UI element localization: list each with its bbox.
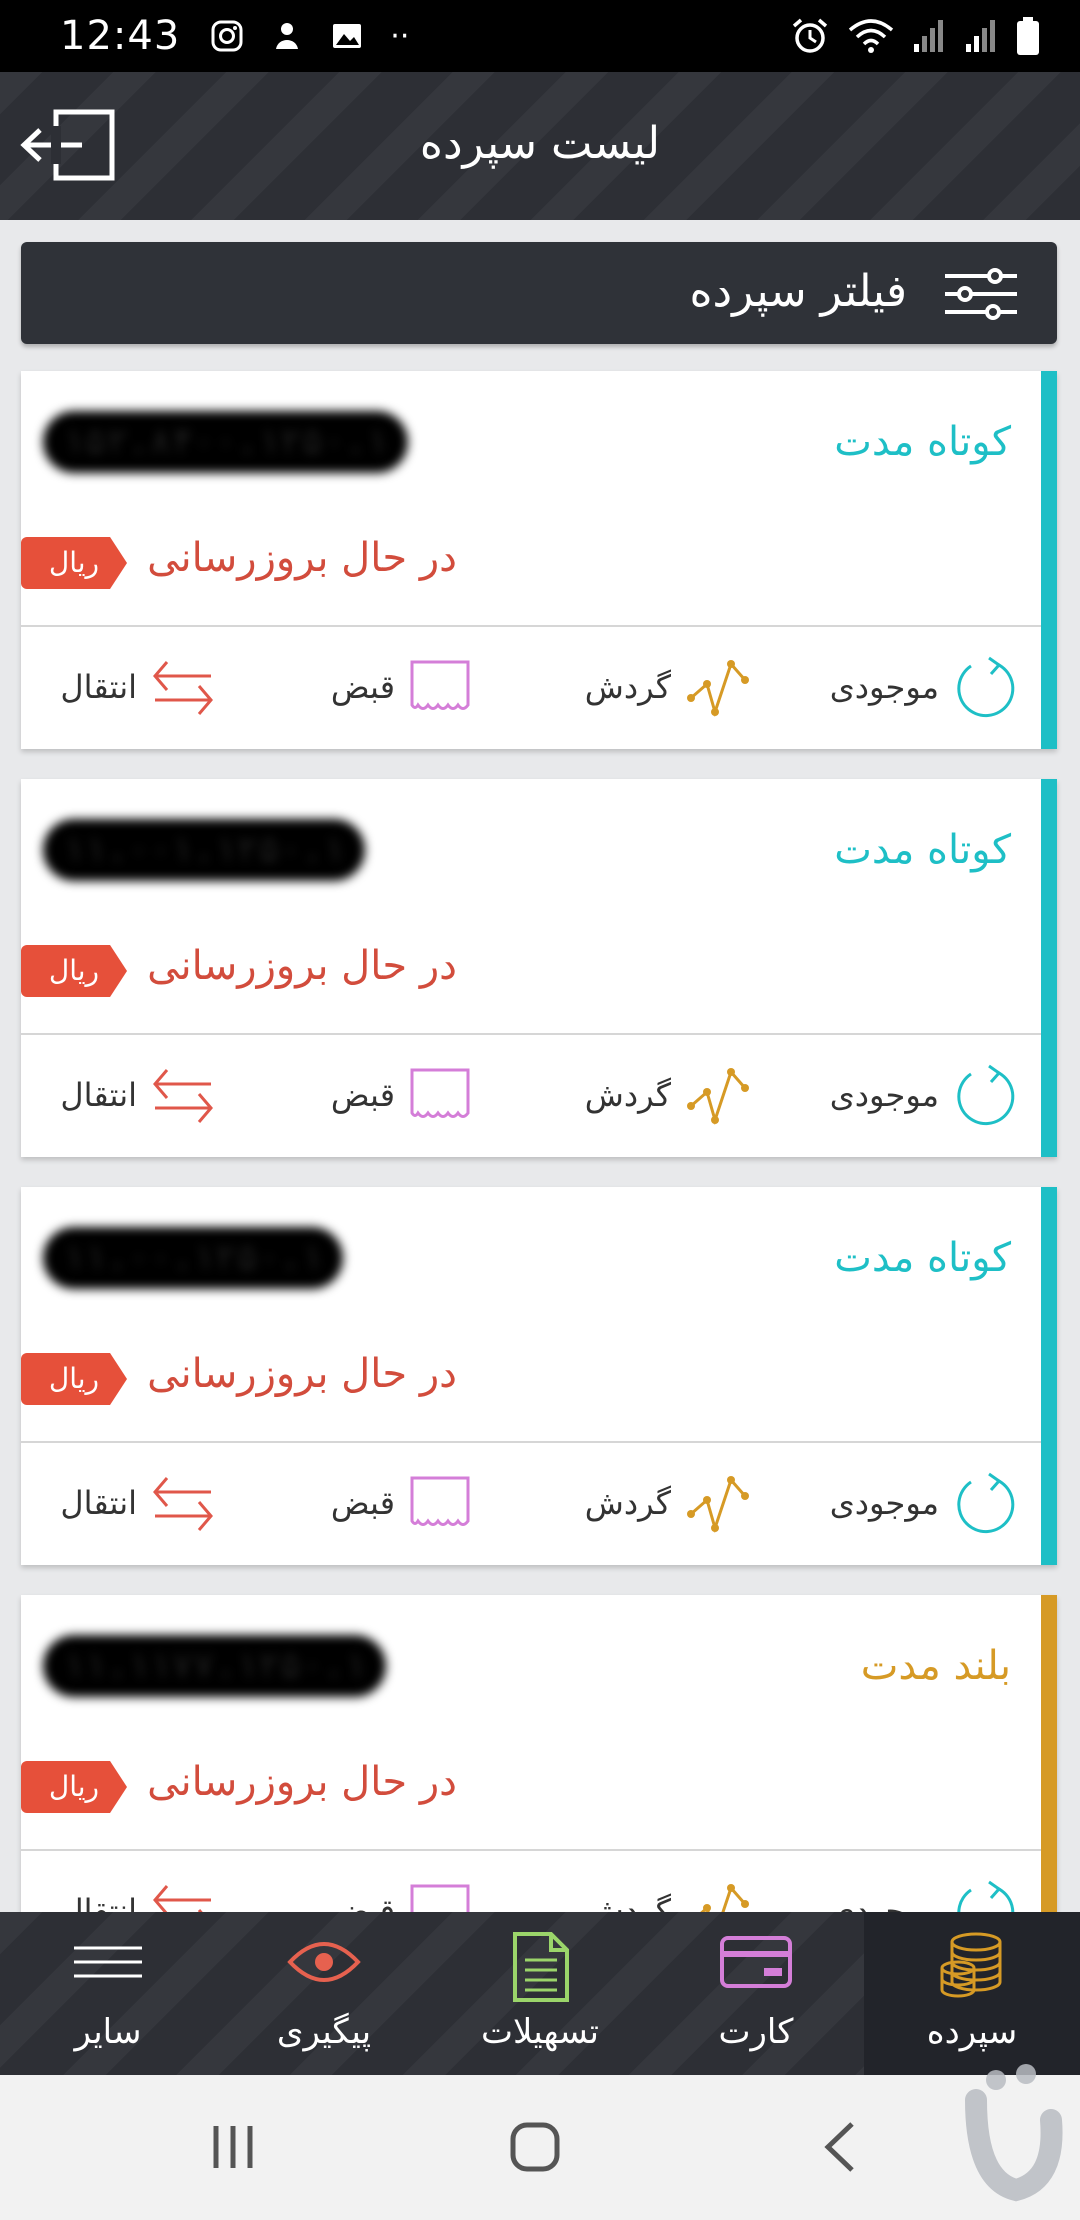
bazaar-logo-icon xyxy=(965,2064,1063,2202)
deposit-type-stripe xyxy=(1041,1187,1057,1565)
eye-icon xyxy=(287,1942,361,1982)
alarm-icon xyxy=(792,18,828,53)
line-chart-icon xyxy=(687,1068,749,1126)
signal-icon xyxy=(914,20,943,52)
app-icon xyxy=(276,23,299,49)
sliders-icon xyxy=(945,268,1017,320)
transfer-label: انتقال xyxy=(60,1076,137,1114)
deposit-number: ۱۱.۰۰.۱۲۵۰.۱ xyxy=(43,1227,344,1289)
transfer-icon xyxy=(153,1069,213,1123)
nav-other[interactable]: سایر xyxy=(0,1912,216,2075)
bottom-navigation: سپرده کارت تسهیلات پیگیری سایر xyxy=(0,1912,1080,2075)
deposit-type: کوتاه مدت xyxy=(834,1235,1011,1281)
transfer-label: انتقال xyxy=(60,1484,137,1522)
nav-facilities[interactable]: تسهیلات xyxy=(432,1912,648,2075)
receipt-icon xyxy=(410,1068,470,1118)
deposit-type: کوتاه مدت xyxy=(834,827,1011,873)
status-bar: 12:43 ·· xyxy=(0,0,1080,72)
nav-tracking-label: پیگیری xyxy=(276,2012,372,2052)
status-time: 12:43 xyxy=(60,13,181,59)
balance-label: موجودی xyxy=(829,1076,939,1114)
bill-label: قبض xyxy=(330,1484,395,1522)
system-navigation-bar xyxy=(0,2075,1080,2220)
turnover-label: گردش xyxy=(584,1484,671,1522)
filter-label: فیلتر سپرده xyxy=(689,266,908,317)
deposit-number: ۱۱.۰۰۱.۱۲۵۰.۱ xyxy=(43,819,365,881)
transfer-icon xyxy=(153,1477,213,1531)
gallery-icon xyxy=(333,24,362,48)
deposit-actions: موجودی گردش قبض انتقال xyxy=(21,1443,1041,1563)
menu-icon xyxy=(74,1946,142,1978)
transfer-button[interactable]: انتقال xyxy=(60,1443,215,1563)
home-icon[interactable] xyxy=(508,2120,562,2174)
refresh-icon xyxy=(957,656,1015,718)
deposit-status: در حال بروزرسانی xyxy=(147,943,457,989)
nav-facilities-label: تسهیلات xyxy=(480,2012,600,2052)
deposit-filter-button[interactable]: فیلتر سپرده xyxy=(21,242,1057,344)
turnover-label: گردش xyxy=(584,668,671,706)
currency-badge: ریال xyxy=(21,945,127,997)
deposit-type-stripe xyxy=(1041,371,1057,749)
coins-icon xyxy=(940,1932,1002,1998)
deposit-type: بلند مدت xyxy=(860,1643,1011,1689)
deposit-card[interactable]: کوتاه مدت ۱۱.۰۰.۱۲۵۰.۱ در حال بروزرسانی … xyxy=(21,1187,1057,1565)
balance-label: موجودی xyxy=(829,1484,939,1522)
receipt-icon xyxy=(410,660,470,710)
deposit-status: در حال بروزرسانی xyxy=(147,1351,457,1397)
transfer-button[interactable]: انتقال xyxy=(60,627,215,747)
wifi-icon xyxy=(848,19,894,53)
bill-label: قبض xyxy=(330,1076,395,1114)
nav-other-label: سایر xyxy=(74,2012,142,2052)
transfer-icon xyxy=(153,661,213,715)
currency-badge: ریال xyxy=(21,537,127,589)
deposit-type-stripe xyxy=(1041,779,1057,1157)
currency-badge: ریال xyxy=(21,1353,127,1405)
bill-button[interactable]: قبض xyxy=(331,1035,471,1155)
document-icon xyxy=(513,1932,569,2002)
deposit-actions: موجودی گردش قبض انتقال xyxy=(21,627,1041,747)
back-icon[interactable] xyxy=(820,2120,860,2174)
deposit-type: کوتاه مدت xyxy=(834,419,1011,465)
signal-icon xyxy=(966,20,995,52)
deposit-number: ۱۵۲.۸۴۰۰.۱۲۵۰.۱ xyxy=(43,411,409,473)
instagram-icon xyxy=(211,20,243,52)
nav-deposit-label: سپرده xyxy=(926,2012,1018,2052)
more-dots-icon: ·· xyxy=(390,18,410,54)
bill-label: قبض xyxy=(330,668,395,706)
bill-button[interactable]: قبض xyxy=(331,627,471,747)
nav-deposit[interactable]: سپرده xyxy=(864,1912,1080,2075)
deposit-actions: موجودی گردش قبض انتقال xyxy=(21,1035,1041,1155)
turnover-button[interactable]: گردش xyxy=(585,627,751,747)
line-chart-icon xyxy=(687,660,749,718)
deposit-number: ۱۱.۱۱۷۷.۱۲۵۰.۱ xyxy=(43,1635,387,1697)
deposit-status: در حال بروزرسانی xyxy=(147,535,457,581)
page-title: لیست سپرده xyxy=(419,118,661,169)
nav-card[interactable]: کارت xyxy=(648,1912,864,2075)
card-icon xyxy=(720,1936,792,1988)
transfer-label: انتقال xyxy=(60,668,137,706)
deposit-card[interactable]: کوتاه مدت ۱۵۲.۸۴۰۰.۱۲۵۰.۱ در حال بروزرسا… xyxy=(21,371,1057,749)
line-chart-icon xyxy=(687,1476,749,1534)
currency-badge: ریال xyxy=(21,1761,127,1813)
turnover-button[interactable]: گردش xyxy=(585,1035,751,1155)
bill-button[interactable]: قبض xyxy=(331,1443,471,1563)
turnover-label: گردش xyxy=(584,1076,671,1114)
balance-button[interactable]: موجودی xyxy=(830,1035,1019,1155)
deposit-card[interactable]: کوتاه مدت ۱۱.۰۰۱.۱۲۵۰.۱ در حال بروزرسانی… xyxy=(21,779,1057,1157)
balance-button[interactable]: موجودی xyxy=(830,627,1019,747)
nav-tracking[interactable]: پیگیری xyxy=(216,1912,432,2075)
balance-label: موجودی xyxy=(829,668,939,706)
recent-apps-icon[interactable] xyxy=(208,2120,258,2174)
nav-card-label: کارت xyxy=(718,2012,794,2052)
transfer-button[interactable]: انتقال xyxy=(60,1035,215,1155)
balance-button[interactable]: موجودی xyxy=(830,1443,1019,1563)
receipt-icon xyxy=(410,1476,470,1526)
refresh-icon xyxy=(957,1472,1015,1534)
battery-icon xyxy=(1017,17,1039,55)
refresh-icon xyxy=(957,1064,1015,1126)
deposit-status: در حال بروزرسانی xyxy=(147,1759,457,1805)
app-header: لیست سپرده xyxy=(0,72,1080,220)
turnover-button[interactable]: گردش xyxy=(585,1443,751,1563)
